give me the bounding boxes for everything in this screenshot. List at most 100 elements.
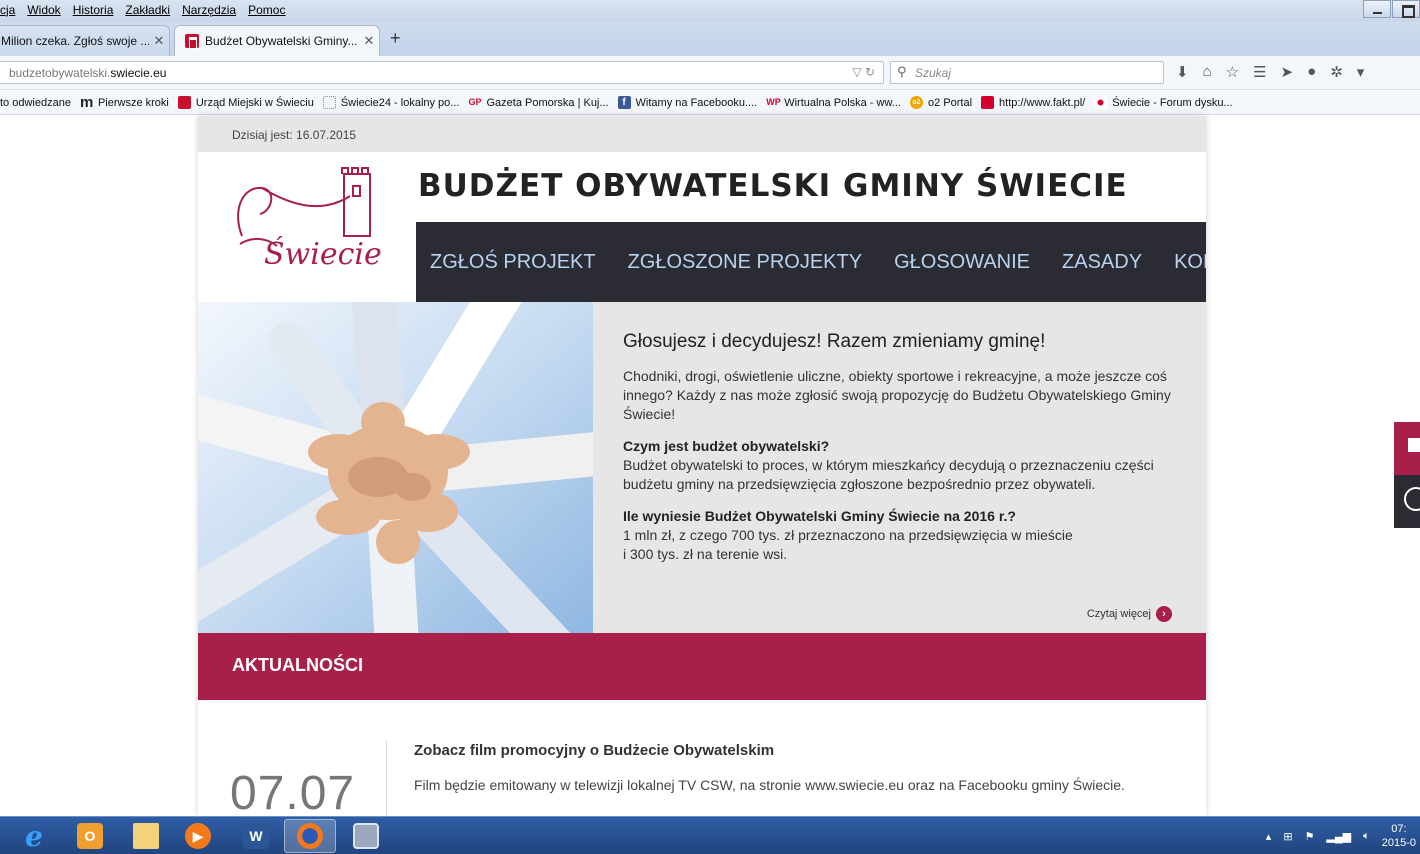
bookmark-label: Witamy na Facebooku.... <box>635 96 758 109</box>
hero-heading: Głosujesz i decydujesz! Razem zmieniamy … <box>623 331 1046 352</box>
swiecie-crest-icon <box>177 96 191 109</box>
search-input[interactable]: ⚲ Szukaj <box>890 61 1164 84</box>
action-center-icon[interactable]: ⚑ <box>1305 830 1315 843</box>
new-tab-button[interactable]: + <box>390 28 401 49</box>
window-controls <box>1362 0 1420 18</box>
bookmark-gazeta[interactable]: GP Gazeta Pomorska | Kuj... <box>468 96 608 109</box>
outlook-icon: O <box>77 823 103 849</box>
taskbar-media-player[interactable]: ▶ <box>172 819 224 853</box>
site-title: BUDŻET OBYWATELSKI GMINY ŚWIECIE <box>418 168 1128 204</box>
side-widget-button-bottom[interactable] <box>1394 475 1420 528</box>
network-icon[interactable]: ▂▄▆ <box>1326 830 1351 843</box>
tab-bar: Milion czeka. Zgłoś swoje ... ✕ Budżet O… <box>0 22 1420 56</box>
taskbar-firefox[interactable] <box>284 819 336 853</box>
social-side-widget <box>1394 422 1420 528</box>
forum-icon <box>1094 96 1108 109</box>
main-navigation: ZGŁOŚ PROJEKT ZGŁOSZONE PROJEKTY GŁOSOWA… <box>416 222 1206 302</box>
navigation-bar: budzetobywatelski.swiecie.eu ▽ ↻ ⚲ Szuka… <box>0 56 1420 90</box>
menu-chevron-icon[interactable]: ▾ <box>1357 63 1365 81</box>
search-icon: ⚲ <box>897 64 907 79</box>
bookmarks-bar: to odwiedzane m Pierwsze kroki Urząd Miej… <box>0 91 1420 115</box>
url-bar[interactable]: budzetobywatelski.swiecie.eu ▽ ↻ <box>0 61 884 84</box>
nav-kontakt[interactable]: KONTAKT <box>1172 251 1206 274</box>
clock[interactable]: 07: 2015-0 <box>1382 822 1416 850</box>
bookmark-label: Gazeta Pomorska | Kuj... <box>486 96 609 109</box>
swiecie-logo[interactable]: Świecie <box>222 166 392 276</box>
menu-history[interactable]: Historia <box>73 3 114 17</box>
o2-icon: o2 <box>909 96 923 109</box>
bookmark-label: http://www.fakt.pl/ <box>999 96 1086 109</box>
bookmark-o2[interactable]: o2 o2 Portal <box>909 96 973 109</box>
news-title-link[interactable]: Zobacz film promocyjny o Budżecie Obywat… <box>414 742 774 759</box>
hero-text: Głosujesz i decydujesz! Razem zmieniamy … <box>623 332 1178 577</box>
taskbar-file-explorer[interactable] <box>120 819 172 853</box>
menu-tools[interactable]: Narzędzia <box>182 3 236 17</box>
side-widget-button-top[interactable] <box>1394 422 1420 475</box>
calculator-icon <box>353 823 379 849</box>
home-icon[interactable]: ⌂ <box>1203 63 1212 81</box>
bookmark-urzad[interactable]: Urząd Miejski w Świeciu <box>177 96 314 109</box>
taskbar-internet-explorer[interactable]: e <box>8 819 60 853</box>
bookmark-forum[interactable]: Świecie - Forum dysku... <box>1094 96 1233 109</box>
volume-icon[interactable]: 🔈︎ <box>1363 830 1370 843</box>
nav-zgloszone-projekty[interactable]: ZGŁOSZONE PROJEKTY <box>626 251 864 274</box>
reload-icon[interactable]: ▽ ↻ <box>852 65 875 79</box>
taskbar-calculator[interactable] <box>340 819 392 853</box>
tab-title: Milion czeka. Zgłoś swoje ... <box>1 34 149 48</box>
wp-icon: WP <box>766 97 781 107</box>
nav-zglos-projekt[interactable]: ZGŁOŚ PROJEKT <box>428 251 598 274</box>
bookmark-label: Świecie24 - lokalny po... <box>340 96 460 109</box>
swiecie-favicon-icon <box>185 34 199 49</box>
taskbar-outlook[interactable]: O <box>64 819 116 853</box>
menu-view[interactable]: Widok <box>27 3 60 17</box>
taskbar-word[interactable]: W <box>230 819 282 853</box>
bookmark-swiecie24[interactable]: Świecie24 - lokalny po... <box>322 96 460 109</box>
bookmark-most-visited[interactable]: to odwiedzane <box>0 97 71 109</box>
share-icon[interactable]: ➤ <box>1281 63 1294 81</box>
bookmark-label: Urząd Miejski w Świeciu <box>195 96 314 109</box>
clock-time: 07: <box>1391 823 1407 835</box>
bookmark-label: Świecie - Forum dysku... <box>1112 96 1233 109</box>
news-heading: AKTUALNOŚCI <box>198 633 1206 700</box>
read-more-link[interactable]: Czytaj więcej › <box>1087 606 1172 622</box>
nav-glosowanie[interactable]: GŁOSOWANIE <box>892 251 1032 274</box>
gazeta-icon: GP <box>468 97 482 107</box>
firefox-icon <box>297 823 323 849</box>
addon-icon[interactable]: ✲ <box>1330 63 1343 81</box>
bookmark-facebook[interactable]: f Witamy na Facebooku.... <box>617 96 758 109</box>
menu-edit[interactable]: ycja <box>0 3 15 17</box>
bookmark-label: Wirtualna Polska - ww... <box>784 96 901 109</box>
faq-question: Ile wyniesie Budżet Obywatelski Gminy Św… <box>623 508 1016 524</box>
download-icon[interactable]: ⬇ <box>1176 63 1189 81</box>
maximize-button[interactable] <box>1392 0 1420 18</box>
bookmark-first-steps[interactable]: m Pierwsze kroki <box>80 95 169 110</box>
bookmark-label: o2 Portal <box>927 96 973 109</box>
chat-icon[interactable]: ● <box>1307 63 1316 81</box>
news-divider <box>386 740 387 816</box>
reading-list-icon[interactable]: ☰ <box>1253 63 1266 81</box>
toolbar-icons: ⬇ ⌂ ☆ ☰ ➤ ● ✲ ▾ <box>1176 63 1364 81</box>
bookmark-star-icon[interactable]: ☆ <box>1226 63 1239 81</box>
url-domain: swiecie.eu <box>110 66 167 80</box>
tray-expand-icon[interactable]: ▴ <box>1266 830 1272 843</box>
logo-text: Świecie <box>264 236 382 272</box>
news-item: 07.07 Zobacz film promocyjny o Budżecie … <box>198 700 1206 816</box>
bookmark-fakt[interactable]: http://www.fakt.pl/ <box>981 96 1085 109</box>
tab-milion[interactable]: Milion czeka. Zgłoś swoje ... ✕ <box>0 25 170 56</box>
bookmark-label: Pierwsze kroki <box>97 96 169 109</box>
windows-taskbar: e O ▶ W ▴ ⊞ ⚑ ▂▄▆ 🔈︎ 07: 2015-0 <box>0 816 1420 854</box>
menu-help[interactable]: Pomoc <box>248 3 285 17</box>
close-tab-icon[interactable]: ✕ <box>359 33 379 49</box>
nav-zasady[interactable]: ZASADY <box>1060 251 1144 274</box>
close-tab-icon[interactable]: ✕ <box>149 33 169 49</box>
site-container: Dzisiaj jest: 16.07.2015 Świecie BUDŻET … <box>198 116 1206 816</box>
faq-answer-line: 1 mln zł, z czego 700 tys. zł przeznaczo… <box>623 527 1073 543</box>
search-placeholder: Szukaj <box>915 66 952 80</box>
windows-flag-icon[interactable]: ⊞ <box>1283 830 1292 843</box>
minimize-button[interactable] <box>1363 0 1391 18</box>
bookmark-wp[interactable]: WP Wirtualna Polska - ww... <box>766 96 901 109</box>
hands-together-image <box>198 302 593 633</box>
tab-budzet[interactable]: Budżet Obywatelski Gminy... ✕ <box>174 25 380 56</box>
blank-page-icon <box>322 96 336 109</box>
menu-bookmarks[interactable]: Zakładki <box>125 3 170 17</box>
